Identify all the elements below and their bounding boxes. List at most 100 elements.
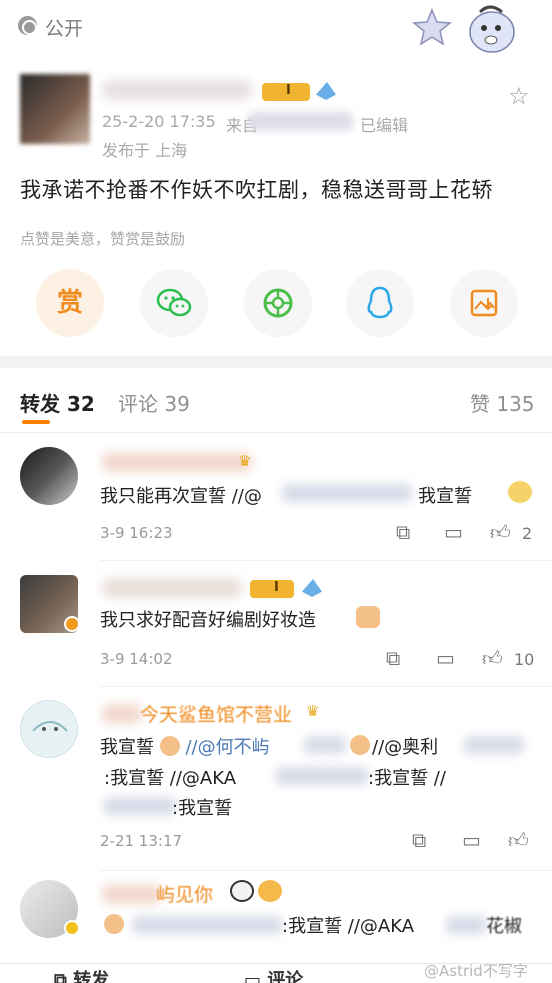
tab-reposts[interactable]: 转发 32	[20, 388, 95, 417]
comment-text-part: 我宣誓	[100, 737, 154, 758]
mention-link[interactable]: //@奥利	[372, 733, 438, 759]
comment-author-redacted[interactable]	[102, 452, 252, 472]
tab-reposts-count: 32	[66, 392, 95, 416]
comment-time: 2-21 13:17	[100, 832, 183, 850]
comment-separator	[100, 870, 552, 871]
comment-author-redacted[interactable]	[102, 884, 162, 904]
like-count: 10	[514, 650, 535, 669]
bottom-repost-label: 转发	[73, 970, 110, 983]
decoration-sticker-icon	[412, 5, 515, 53]
emoji-icon	[258, 880, 282, 902]
raise-hand-emoji-icon	[508, 481, 532, 503]
comment-text-line3: :我宣誓	[172, 798, 233, 819]
post-timestamp: 25-2-20 17:35	[102, 112, 216, 131]
vip-level: I	[274, 580, 279, 595]
tabs-separator	[0, 432, 552, 433]
repost-icon[interactable]: ⧉	[396, 520, 410, 544]
post-source-redacted	[248, 112, 353, 130]
thumbs-up-icon[interactable]: 👍︎	[490, 520, 511, 545]
qq-penguin-icon	[367, 286, 393, 319]
verified-icon	[316, 82, 336, 100]
thumbs-up-icon[interactable]: 👍︎	[482, 646, 503, 671]
comment-avatar[interactable]	[20, 447, 78, 505]
comment-icon[interactable]: ▭	[444, 520, 463, 544]
mention-redacted	[104, 797, 176, 815]
comment-time: 3-9 14:02	[100, 650, 173, 668]
comment-avatar[interactable]	[20, 700, 78, 758]
author-avatar[interactable]	[20, 74, 90, 144]
visibility-label: 公开	[45, 18, 84, 40]
tab-likes[interactable]: 赞 135	[470, 388, 535, 417]
cat-avatar-icon	[32, 721, 68, 732]
panda-emoji-icon	[230, 880, 254, 902]
thumbs-up-icon[interactable]: 👍︎	[508, 828, 529, 853]
edited-label: 已编辑	[360, 116, 409, 135]
comment-icon[interactable]: ▭	[462, 828, 481, 852]
tab-comments[interactable]: 评论 39	[118, 388, 190, 417]
comment-author-partial[interactable]: 今天鲨鱼馆不营业	[140, 700, 292, 727]
reward-hint: 点赞是美意，赞赏是鼓励	[20, 230, 186, 248]
tab-likes-label: 赞	[470, 392, 490, 416]
tab-comments-count: 39	[164, 392, 190, 416]
comment-author-redacted[interactable]	[102, 578, 242, 598]
fist-emoji-icon	[350, 735, 370, 755]
mention-link[interactable]: //@何不屿	[185, 737, 269, 758]
repost-icon[interactable]: ⧉	[386, 646, 400, 670]
mention-redacted	[276, 767, 368, 785]
share-qq-button[interactable]	[346, 269, 414, 337]
comment-separator	[100, 560, 552, 561]
tab-likes-count: 135	[496, 392, 535, 416]
comment-author-partial[interactable]: 屿见你	[156, 880, 213, 907]
mention-redacted	[446, 916, 486, 934]
share-moments-button[interactable]	[244, 269, 312, 337]
vip-badge: I	[250, 580, 294, 598]
post-body: 我承诺不抢番不作妖不吹扛剧，稳稳送哥哥上花轿	[20, 178, 493, 202]
save-image-icon	[470, 289, 498, 317]
comment-author-redacted[interactable]	[102, 704, 142, 724]
comment-separator	[100, 686, 552, 687]
comment-text-line2-tail: :我宣誓 //	[368, 768, 446, 789]
comment-text: :我宣誓 //@AKA	[282, 912, 414, 938]
bottom-repost-button[interactable]: ⧉ 转发	[54, 966, 109, 983]
vip-badge: I	[262, 83, 310, 101]
top-bar: 公开	[0, 0, 552, 60]
comment-text: 我只求好配音好编剧好妆造	[100, 610, 316, 631]
repost-icon[interactable]: ⧉	[412, 828, 426, 852]
hands-emoji-icon	[356, 606, 380, 628]
fist-emoji-icon	[104, 914, 124, 934]
verified-badge-icon	[64, 616, 80, 632]
comment-time: 3-9 16:23	[100, 524, 173, 542]
comment-icon[interactable]: ▭	[436, 646, 455, 670]
tab-reposts-label: 转发	[20, 392, 60, 416]
comment-text-part: 我只能再次宣誓 //@	[100, 486, 262, 507]
wechat-icon	[156, 288, 192, 317]
share-image-button[interactable]	[450, 269, 518, 337]
verified-badge-icon	[64, 920, 80, 936]
comment-icon: ▭	[244, 970, 262, 983]
globe-icon	[18, 16, 37, 35]
favorite-star-icon[interactable]: ☆	[508, 82, 530, 110]
share-wechat-button[interactable]	[140, 269, 208, 337]
mention-redacted	[304, 736, 346, 754]
mention-redacted	[282, 484, 412, 502]
comment-text: 我只能再次宣誓 //@	[100, 482, 262, 508]
active-tab-indicator	[22, 420, 50, 424]
mention-redacted	[464, 736, 524, 754]
fist-emoji-icon	[159, 736, 180, 756]
vip-level: I	[286, 83, 291, 98]
mention-redacted	[132, 916, 282, 934]
watermark: @Astrid不写字	[424, 962, 528, 980]
moments-aperture-icon	[263, 288, 293, 318]
crown-icon: ♛	[306, 702, 320, 720]
reward-icon: 赏	[56, 288, 83, 318]
comment-text-tail: 我宣誓	[418, 486, 472, 507]
repost-icon: ⧉	[54, 970, 67, 983]
comment-text-part: :我宣誓 //@AKA	[282, 916, 415, 937]
section-divider	[0, 356, 552, 368]
reward-button[interactable]: 赏	[36, 269, 104, 337]
like-count: 2	[522, 524, 533, 543]
author-name-redacted[interactable]	[102, 80, 252, 100]
tab-comments-label: 评论	[118, 392, 158, 416]
bottom-comment-label: 评论	[267, 970, 304, 983]
bottom-comment-button[interactable]: ▭ 评论	[244, 966, 303, 983]
